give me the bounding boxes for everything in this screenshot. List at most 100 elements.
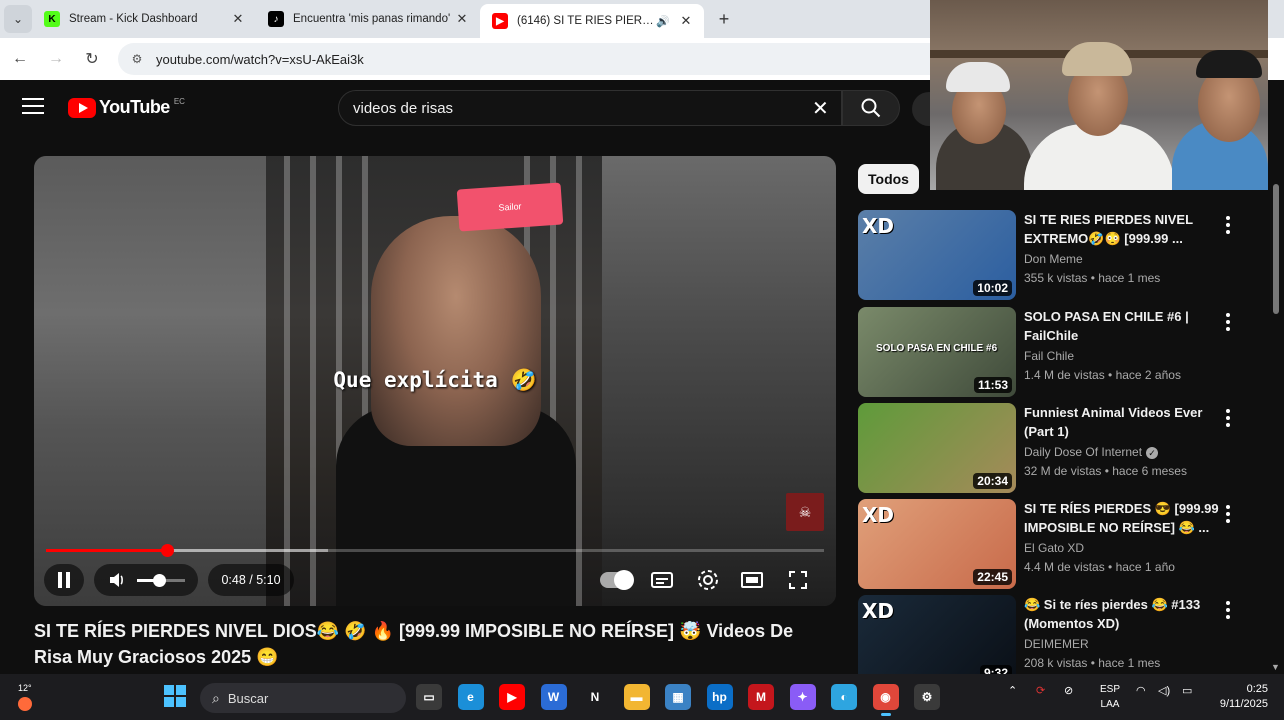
recommendation-item[interactable]: XD 22:45 SI TE RÍES PIERDES 😎 [999.99 IMPO… (858, 499, 1258, 589)
mcafee-icon[interactable]: M (748, 684, 774, 710)
forward-arrow-icon[interactable]: → (40, 43, 72, 75)
pause-icon (58, 572, 62, 588)
back-arrow-icon[interactable]: ← (4, 43, 36, 75)
reload-icon[interactable]: ↻ (76, 43, 108, 75)
more-options-icon[interactable] (1224, 409, 1232, 430)
recommendation-item[interactable]: XD 9:32 😂 Si te ríes pierdes 😂 #133 (Momen… (858, 595, 1258, 685)
tab-search-chevron-icon[interactable]: ⌄ (4, 5, 32, 33)
weather-widget[interactable]: 12° (18, 683, 48, 711)
more-options-icon[interactable] (1224, 601, 1232, 622)
word-icon[interactable]: W (540, 684, 567, 710)
recommendation-item[interactable]: 20:34 Funniest Animal Videos Ever (Part 1… (858, 403, 1258, 493)
new-tab-plus-icon[interactable]: + (710, 5, 738, 33)
recommendation-thumbnail[interactable]: XD 9:32 (858, 595, 1016, 685)
speaker-icon[interactable]: ◁) (1158, 684, 1170, 697)
recommendation-channel[interactable]: DEIMEMER (1024, 637, 1089, 651)
recommendation-thumbnail[interactable]: 20:34 (858, 403, 1016, 493)
recommendation-thumbnail[interactable]: SOLO PASA EN CHILE #6 11:53 (858, 307, 1016, 397)
more-options-icon[interactable] (1224, 313, 1232, 334)
youtube-wordmark: YouTube (99, 97, 170, 117)
tab-youtube-video[interactable]: ▶ (6146) SI TE RÍES PIERDES N 🔊 ✕ (480, 4, 704, 38)
windows-start-icon[interactable] (164, 685, 186, 707)
duration-badge: 22:45 (973, 569, 1012, 585)
theater-mode-icon[interactable] (740, 568, 764, 592)
tiktok-icon: ♪ (268, 11, 284, 27)
filter-chip-all[interactable]: Todos (858, 164, 919, 194)
copilot-icon[interactable]: ✦ (789, 684, 816, 710)
cap-middle (1062, 42, 1132, 76)
volume-knob[interactable] (152, 573, 166, 587)
recommendation-item[interactable]: SOLO PASA EN CHILE #6 11:53 SOLO PASA EN C… (858, 307, 1258, 397)
recommendation-title[interactable]: 😂 Si te ríes pierdes 😂 #133 (Momentos XD… (1024, 595, 1220, 633)
recommendation-thumbnail[interactable]: XD 10:02 (858, 210, 1016, 300)
recommendation-title[interactable]: SI TE RIES PIERDES NIVEL EXTREMO🤣😳 [999.… (1024, 210, 1220, 248)
edge-icon[interactable]: e (457, 684, 484, 710)
show-hidden-icons-chevron-icon[interactable]: ⌃ (1008, 684, 1017, 697)
pause-button[interactable] (44, 564, 84, 596)
search-icon: ⌕ (212, 689, 220, 706)
autoplay-toggle[interactable] (600, 570, 634, 590)
recommendation-item[interactable]: XD 10:02 SI TE RIES PIERDES NIVEL EXTREMO🤣… (858, 210, 1258, 300)
network-off-icon[interactable]: ⊘ (1064, 684, 1073, 697)
recommendation-title[interactable]: Funniest Animal Videos Ever (Part 1) (1024, 403, 1220, 441)
recommendation-channel[interactable]: Daily Dose Of Internet ✓ (1024, 445, 1159, 459)
more-options-icon[interactable] (1224, 216, 1232, 237)
youtube-logo[interactable]: YouTube EC (68, 97, 185, 118)
channel-name: Fail Chile (1024, 349, 1075, 363)
volume-slider[interactable] (137, 573, 185, 587)
wifi-icon[interactable]: ◠ (1136, 684, 1146, 697)
address-bar[interactable]: ⚙ youtube.com/watch?v=xsU-AkEai3k (118, 43, 978, 75)
fullscreen-icon[interactable] (786, 568, 810, 592)
recorder-icon[interactable]: ⚙ (914, 684, 940, 710)
clock-time: 0:25 (1246, 683, 1268, 695)
tab-tiktok[interactable]: ♪ Encuentra 'mis panas rimando' ✕ (256, 0, 480, 38)
input-language[interactable]: ESP LAA (1094, 682, 1126, 712)
youtube-app-icon[interactable]: ▶ (499, 684, 525, 710)
system-clock[interactable]: 0:25 9/11/2025 (1204, 682, 1268, 712)
recommendation-channel[interactable]: Don Meme (1024, 252, 1083, 266)
video-player[interactable]: Sailor Que explícita 🤣 ☠ 0:48 / 5:10 (34, 156, 836, 606)
channel-watermark-icon[interactable]: ☠ (786, 493, 824, 531)
tab-audio-icon[interactable]: 🔊 (656, 15, 670, 28)
thumbnail-xd-label: XD (862, 214, 895, 238)
country-code: EC (173, 97, 185, 106)
recommendation-thumbnail[interactable]: XD 22:45 (858, 499, 1016, 589)
recommendation-title[interactable]: SI TE RÍES PIERDES 😎 [999.99 IMPOSIBLE N… (1024, 499, 1220, 537)
page-scrollbar[interactable] (1272, 84, 1280, 674)
clear-search-icon[interactable]: ✕ (812, 96, 829, 121)
recommendation-channel[interactable]: Fail Chile (1024, 349, 1074, 363)
search-button[interactable] (842, 90, 900, 126)
menu-hamburger-icon[interactable] (22, 98, 44, 116)
folder-icon[interactable]: ▬ (623, 684, 650, 710)
lens-icon[interactable]: ◐ (831, 684, 857, 710)
site-info-icon[interactable]: ⚙ (128, 50, 146, 68)
cap-left (946, 62, 1010, 92)
subtitles-icon[interactable] (650, 568, 674, 592)
more-options-icon[interactable] (1224, 505, 1232, 526)
close-tab-icon[interactable]: ✕ (678, 13, 694, 29)
scrollbar-thumb[interactable] (1273, 184, 1279, 314)
sync-icon[interactable]: ⟳ (1036, 684, 1045, 697)
recommendation-channel[interactable]: El Gato XD (1024, 541, 1084, 555)
progress-scrubber[interactable] (160, 544, 174, 557)
close-tab-icon[interactable]: ✕ (230, 11, 246, 27)
recommendation-title[interactable]: SOLO PASA EN CHILE #6 | FailChile (1024, 307, 1220, 345)
scroll-down-arrow-icon[interactable]: ▼ (1271, 662, 1280, 672)
tab-kick-dashboard[interactable]: K Stream - Kick Dashboard ✕ (32, 0, 256, 38)
netflix-icon[interactable]: N (582, 684, 608, 710)
chrome-icon[interactable]: ◉ (872, 684, 899, 716)
channel-name: Don Meme (1024, 252, 1083, 266)
search-input[interactable]: videos de risas (338, 90, 842, 126)
file-explorer-dark-icon[interactable]: ▭ (416, 684, 442, 710)
hp-icon[interactable]: hp (706, 684, 733, 710)
battery-icon[interactable]: ▭ (1182, 684, 1192, 697)
taskbar-search[interactable]: ⌕ Buscar (200, 683, 406, 713)
volume-control[interactable] (94, 564, 198, 596)
settings-gear-icon[interactable] (696, 568, 720, 592)
recommendation-meta: 4.4 M de vistas • hace 1 año (1024, 560, 1175, 574)
close-tab-icon[interactable]: ✕ (454, 11, 470, 27)
volume-icon[interactable] (107, 570, 127, 590)
store-icon[interactable]: ▦ (665, 684, 691, 710)
progress-bar[interactable] (46, 544, 824, 557)
channel-name: El Gato XD (1024, 541, 1085, 555)
